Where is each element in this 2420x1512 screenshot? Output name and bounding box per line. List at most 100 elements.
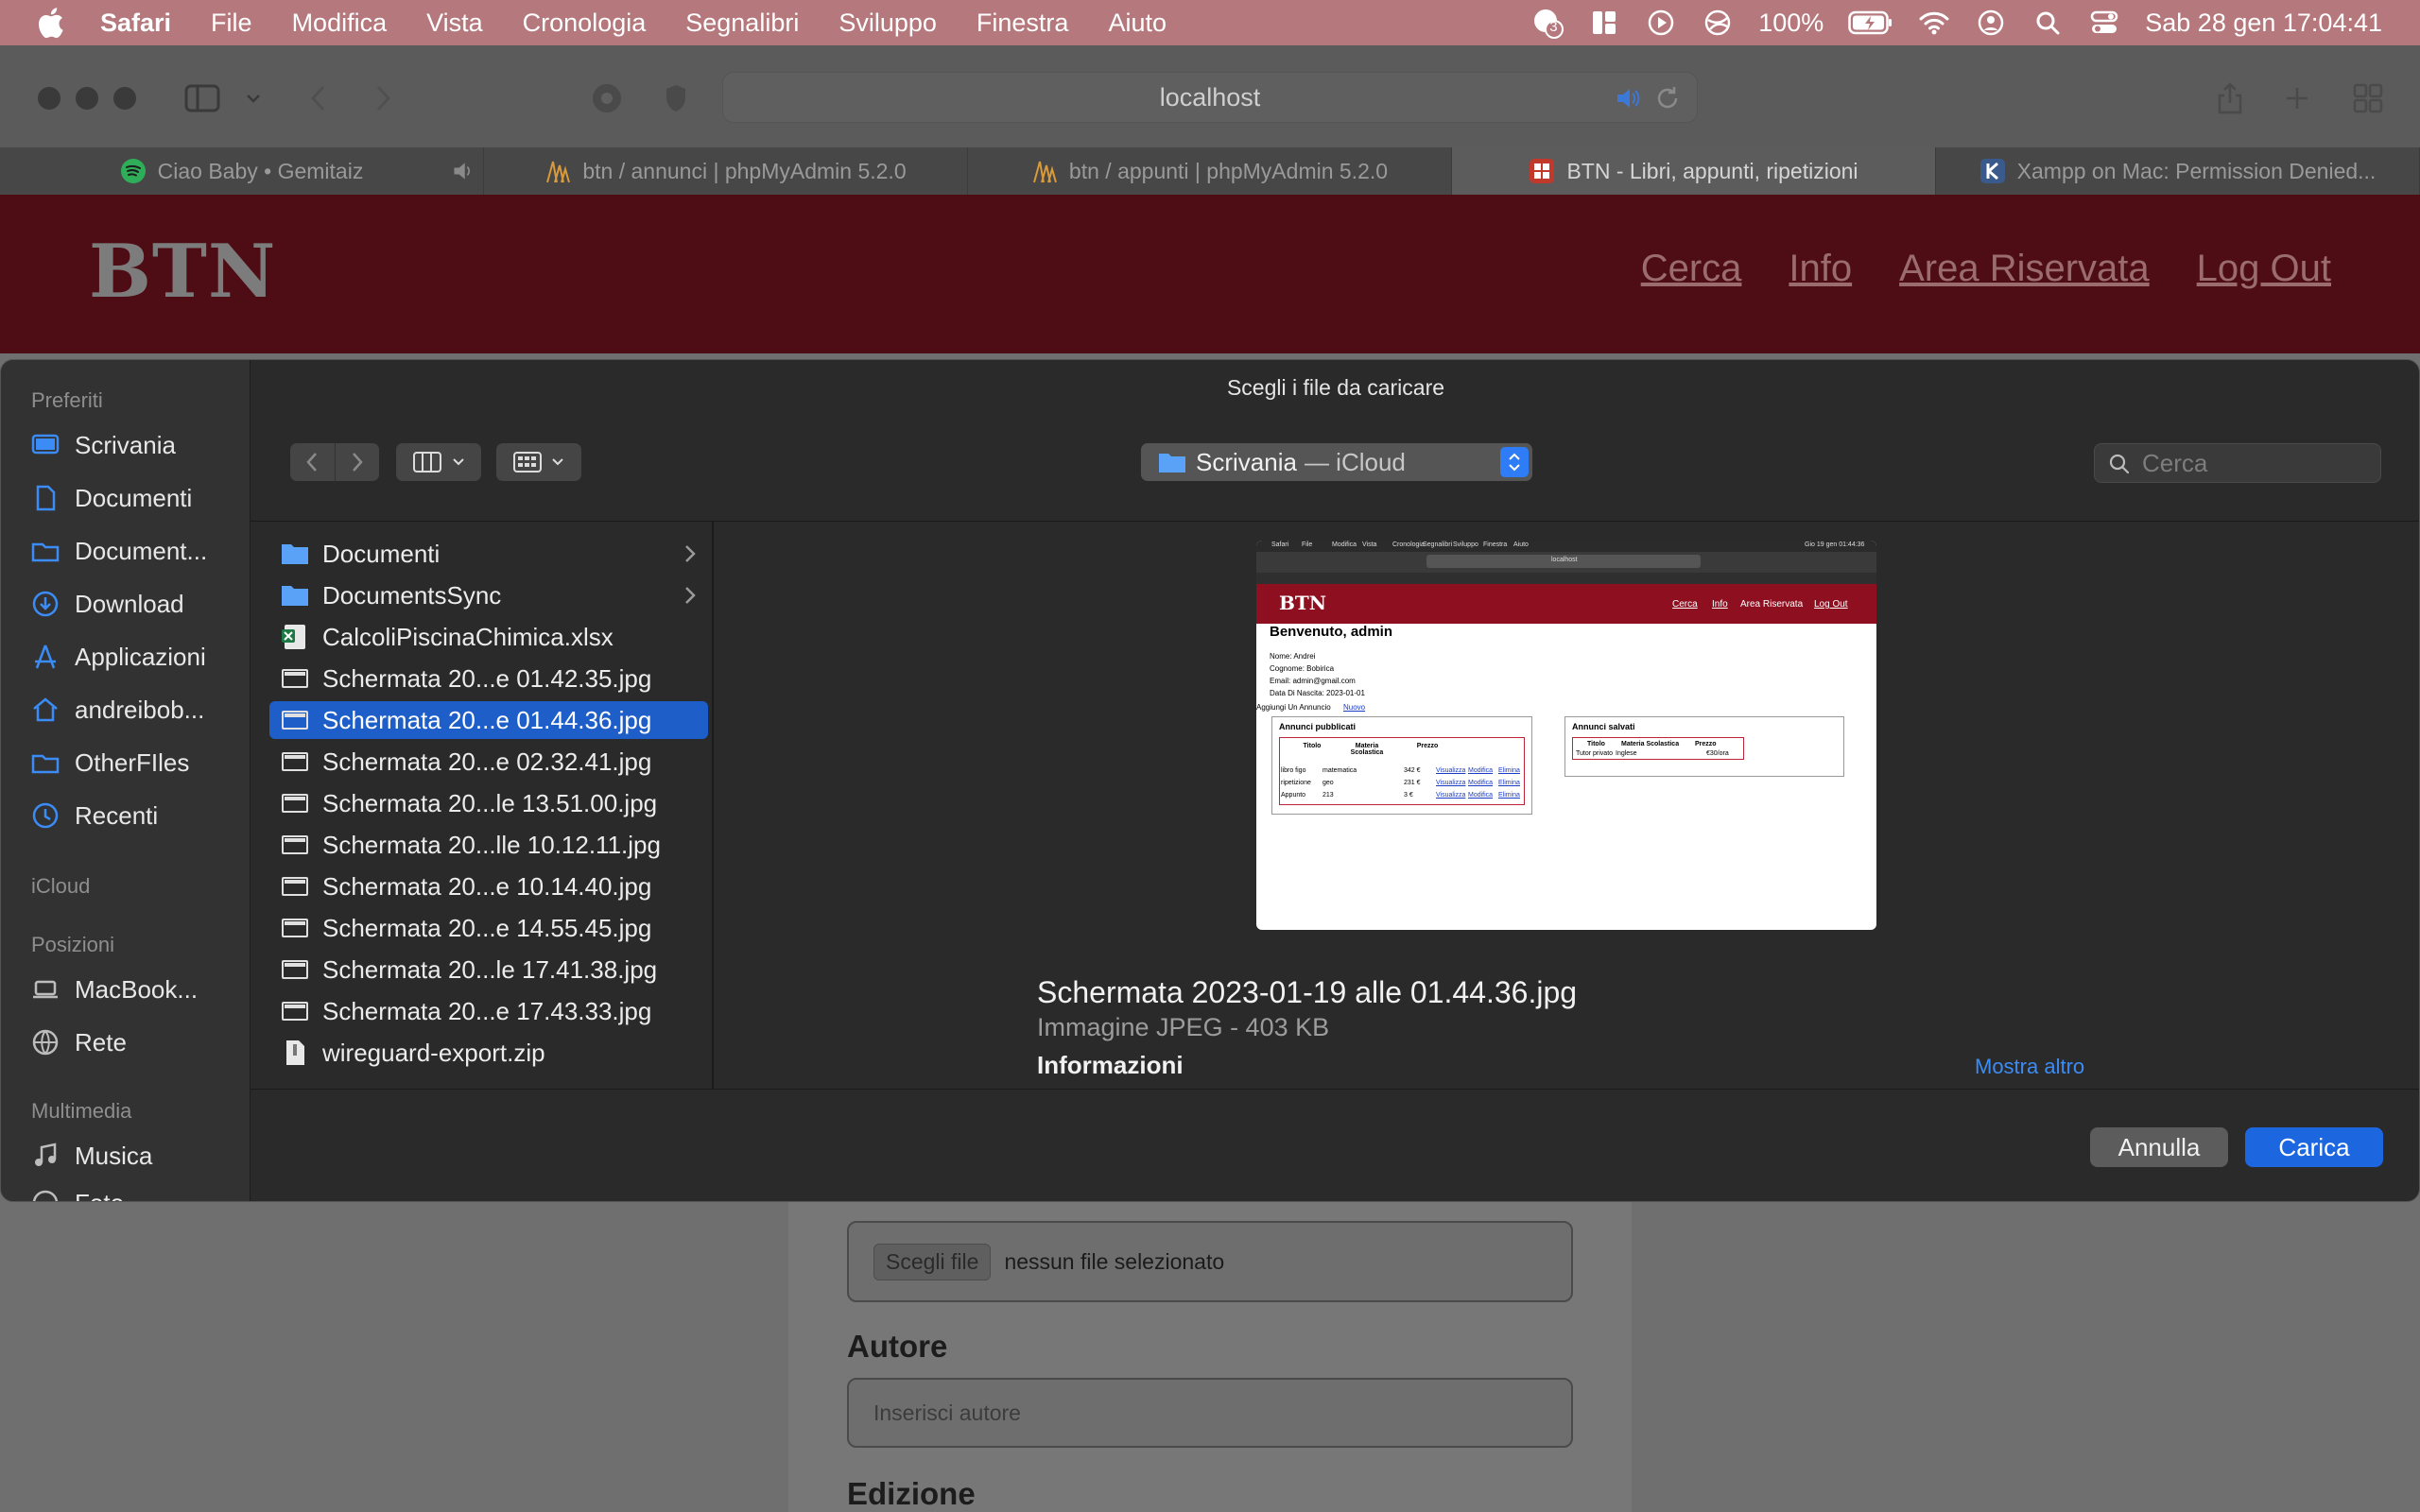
sidebar-item-macbook[interactable]: MacBook... xyxy=(31,969,247,1010)
clock[interactable]: Sab 28 gen 17:04:41 xyxy=(2145,9,2382,38)
apple-icon[interactable] xyxy=(36,7,64,39)
chevron-right-icon xyxy=(685,587,696,604)
speaker-icon[interactable] xyxy=(451,159,475,183)
image-icon xyxy=(282,835,308,854)
upload-button[interactable]: Carica xyxy=(2245,1127,2383,1167)
menu-aiuto[interactable]: Aiuto xyxy=(1108,9,1167,38)
file-row[interactable]: Schermata 20...e 17.43.33.jpg xyxy=(269,992,708,1030)
sidebar-item-home[interactable]: andreibob... xyxy=(31,689,247,730)
group-button[interactable] xyxy=(496,443,581,481)
battery-icon[interactable] xyxy=(1848,7,1893,39)
thumb-row-action: Visualizza xyxy=(1436,780,1466,786)
sidebar-item-foto[interactable]: Foto xyxy=(31,1182,247,1201)
thumb-row-action: Elimina xyxy=(1498,767,1520,774)
tab-overview-icon[interactable] xyxy=(2352,81,2384,115)
divider xyxy=(251,1089,2419,1090)
nav-logout-link[interactable]: Log Out xyxy=(2197,248,2331,290)
sidebar-item-documents-sync[interactable]: Document... xyxy=(31,530,247,572)
file-row[interactable]: CalcoliPiscinaChimica.xlsx xyxy=(269,618,708,656)
file-row[interactable]: Schermata 20...e 14.55.45.jpg xyxy=(269,909,708,947)
thumb-nav-link: Info xyxy=(1712,599,1728,610)
sidebar-item-documenti[interactable]: Documenti xyxy=(31,477,247,519)
thumb-table-cell: libro figo xyxy=(1281,767,1306,774)
site-logo[interactable]: BTN xyxy=(89,229,276,315)
tab-spotify[interactable]: Ciao Baby • Gemitaiz xyxy=(0,147,484,195)
minimize-window-button[interactable] xyxy=(76,87,98,110)
menu-modifica[interactable]: Modifica xyxy=(292,9,388,38)
file-row[interactable]: Schermata 20...lle 10.12.11.jpg xyxy=(269,826,708,864)
file-row[interactable]: Schermata 20...e 01.44.36.jpg xyxy=(269,701,708,739)
sidebar-item-download[interactable]: Download xyxy=(31,583,247,625)
reload-icon[interactable] xyxy=(1653,84,1682,112)
tab-btn[interactable]: BTN - Libri, appunti, ripetizioni xyxy=(1452,147,1936,195)
play-icon[interactable] xyxy=(1645,7,1677,39)
view-mode-button[interactable] xyxy=(396,443,481,481)
tab-appunti[interactable]: btn / appunti | phpMyAdmin 5.2.0 xyxy=(968,147,1452,195)
sidebar-item-otherfiles[interactable]: OtherFIles xyxy=(31,742,247,783)
user-account-icon[interactable] xyxy=(1975,7,2007,39)
file-row[interactable]: Schermata 20...e 10.14.40.jpg xyxy=(269,868,708,905)
thumb-detail: Email: admin@gmail.com xyxy=(1270,677,1356,685)
document-icon xyxy=(36,485,56,511)
sidebar-item-recenti[interactable]: Recenti xyxy=(31,795,247,836)
menu-file[interactable]: File xyxy=(211,9,252,38)
close-window-button[interactable] xyxy=(38,87,60,110)
sidebar-item-applicazioni[interactable]: Applicazioni xyxy=(31,636,247,678)
share-icon[interactable] xyxy=(2214,81,2246,115)
back-button[interactable] xyxy=(290,443,335,481)
file-name: Schermata 20...e 01.42.35.jpg xyxy=(322,663,652,693)
privacy-shield-icon[interactable] xyxy=(662,81,690,115)
menu-segnalibri[interactable]: Segnalibri xyxy=(685,9,799,38)
menu-finestra[interactable]: Finestra xyxy=(977,9,1069,38)
author-input[interactable]: Inserisci autore xyxy=(847,1378,1573,1448)
cancel-button[interactable]: Annulla xyxy=(2090,1127,2228,1167)
address-bar[interactable]: localhost xyxy=(722,72,1698,123)
sidebar-item-musica[interactable]: Musica xyxy=(31,1135,247,1177)
applications-icon xyxy=(35,644,56,669)
forward-icon[interactable] xyxy=(372,81,395,115)
menu-vista[interactable]: Vista xyxy=(426,9,483,38)
site-header: BTN Cerca Info Area Riservata Log Out xyxy=(0,195,2420,353)
spotlight-search-icon[interactable] xyxy=(2031,7,2064,39)
menu-safari[interactable]: Safari xyxy=(100,9,171,38)
file-row[interactable]: Schermata 20...le 17.41.38.jpg xyxy=(269,951,708,988)
chevron-down-icon[interactable] xyxy=(244,81,263,115)
location-popup[interactable]: Scrivania — iCloud xyxy=(1141,443,1532,481)
file-row[interactable]: wireguard-export.zip xyxy=(269,1034,708,1072)
layout-icon[interactable] xyxy=(1588,7,1620,39)
forward-button[interactable] xyxy=(334,443,380,481)
wifi-icon[interactable] xyxy=(1918,7,1950,39)
back-icon[interactable] xyxy=(306,81,329,115)
file-picker-dialog: Preferiti Scrivania Documenti Document..… xyxy=(0,359,2420,1202)
tab-xampp[interactable]: Xampp on Mac: Permission Denied... xyxy=(1936,147,2420,195)
sidebar-item-rete[interactable]: Rete xyxy=(31,1022,247,1063)
menu-sviluppo[interactable]: Sviluppo xyxy=(838,9,937,38)
vpn-icon[interactable] xyxy=(1702,7,1734,39)
folder-row[interactable]: DocumentsSync xyxy=(269,576,708,614)
file-row[interactable]: Schermata 20...e 02.32.41.jpg xyxy=(269,743,708,781)
file-input[interactable]: Scegli file nessun file selezionato xyxy=(847,1221,1573,1302)
extension-icon[interactable] xyxy=(590,81,624,115)
sidebar-item-scrivania[interactable]: Scrivania xyxy=(31,424,247,466)
control-center-icon[interactable] xyxy=(2088,7,2120,39)
nav-cerca-link[interactable]: Cerca xyxy=(1641,248,1742,290)
new-tab-icon[interactable] xyxy=(2282,81,2312,115)
file-row[interactable]: Schermata 20...le 13.51.00.jpg xyxy=(269,784,708,822)
choose-file-button[interactable]: Scegli file xyxy=(873,1243,992,1280)
search-input[interactable]: Cerca xyxy=(2094,443,2381,483)
file-row[interactable]: Schermata 20...e 01.42.35.jpg xyxy=(269,660,708,697)
folder-row[interactable]: Documenti xyxy=(269,535,708,573)
thumb-menu-item: Sviluppo xyxy=(1453,541,1478,548)
speaker-icon[interactable] xyxy=(1614,84,1642,112)
menu-cronologia[interactable]: Cronologia xyxy=(523,9,647,38)
zoom-window-button[interactable] xyxy=(113,87,136,110)
show-more-link[interactable]: Mostra altro xyxy=(1975,1055,2084,1079)
thumb-table-cell: 342 € xyxy=(1404,767,1421,774)
nav-area-riservata-link[interactable]: Area Riservata xyxy=(1899,248,2150,290)
notification-badge-icon[interactable]: 3 xyxy=(1531,7,1564,39)
icloud-header[interactable]: iCloud xyxy=(31,874,90,899)
sidebar-toggle-icon[interactable] xyxy=(183,81,221,115)
tab-annunci[interactable]: btn / annunci | phpMyAdmin 5.2.0 xyxy=(484,147,968,195)
nav-info-link[interactable]: Info xyxy=(1789,248,1852,290)
thumb-nav-link: Log Out xyxy=(1814,599,1848,610)
